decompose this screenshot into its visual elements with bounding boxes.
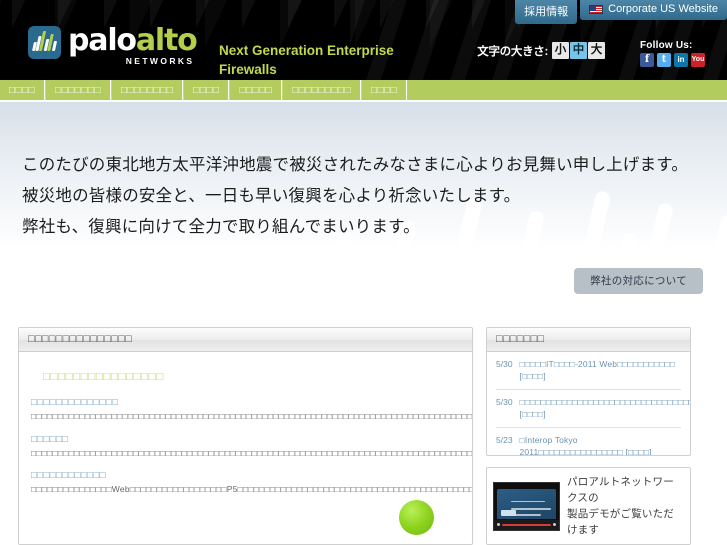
- font-size-large-button[interactable]: 大: [588, 42, 605, 59]
- slide-logo-badge: [501, 509, 516, 516]
- video-player-controls[interactable]: [494, 519, 559, 530]
- content-section-2-heading[interactable]: □□□□□□: [31, 434, 460, 445]
- green-sphere-graphic: [399, 499, 434, 535]
- hero-message-line-3: 弊社も、復興に向けて全力で取り組んでまいります。: [22, 218, 420, 236]
- nav-item-6[interactable]: □□□□□□□□□: [282, 80, 362, 100]
- top-tab-corporate-label: Corporate US Website: [608, 3, 718, 15]
- font-size-selector: 文字の大きさ: 小 中 大: [477, 42, 605, 59]
- header-top-tabs: 採用情報 Corporate US Website: [512, 0, 727, 24]
- news-list: 5/30 □□□□□IT□□□□-2011 Web□□□□□□□□□□□ [□□…: [487, 352, 690, 456]
- linkedin-icon[interactable]: in: [674, 53, 688, 67]
- hero-response-button[interactable]: 弊社の対応について: [574, 268, 703, 294]
- font-size-label: 文字の大きさ:: [477, 45, 548, 58]
- palo-alto-logo-mark-icon: [28, 26, 61, 59]
- news-item-date: 5/30: [496, 358, 513, 369]
- content-section-1-heading[interactable]: □□□□□□□□□□□□□□: [31, 397, 460, 408]
- news-item-title: □□□□□IT□□□□-2011 Web□□□□□□□□□□□ [□□□□]: [519, 359, 676, 381]
- news-item[interactable]: 5/23 □Interop Tokyo 2011□□□□□□□□□□□□□□□□…: [496, 428, 681, 456]
- hero-message: このたびの東北地方太平洋沖地震で被災されたみなさまに心よりお見舞い申し上げます。…: [22, 150, 688, 243]
- nav-item-1[interactable]: □□□□: [0, 80, 46, 100]
- site-header: paloalto NETWORKS Next Generation Enterp…: [0, 0, 727, 80]
- twitter-icon[interactable]: t: [657, 53, 671, 67]
- play-icon[interactable]: [497, 523, 500, 526]
- main-content-panel: □□□□□□□□□□□□□□□ □□□□□□□□□□□□□□□□ □□□□□□□…: [18, 327, 473, 545]
- font-size-small-button[interactable]: 小: [552, 42, 569, 59]
- social-icon-row: f t in You: [640, 53, 705, 67]
- product-demo-promo[interactable]: パロアルトネットワークスの 製品デモがご覧いただけます: [486, 467, 691, 545]
- header-tagline: Next Generation Enterprise Firewalls: [219, 43, 394, 77]
- main-panel-title: □□□□□□□□□□□□□□□: [19, 328, 472, 352]
- site-logo[interactable]: paloalto NETWORKS: [28, 23, 198, 66]
- content-section-2: □□□□□□ □□□□□□□□□□□□□□□□□□□□□□□□□□□□□□□□□…: [31, 434, 473, 460]
- content-section-1-body: □□□□□□□□□□□□□□□□□□□□□□□□□□□□□□□□□□□□□□□□…: [31, 411, 473, 421]
- video-slide-graphic: [497, 488, 556, 519]
- logo-word-palo: palo: [68, 23, 137, 58]
- page-root: paloalto NETWORKS Next Generation Enterp…: [0, 0, 727, 545]
- promo-caption-line-2: 製品デモがご覧いただけます: [567, 508, 674, 536]
- top-tab-corporate-us-website[interactable]: Corporate US Website: [580, 0, 727, 20]
- content-section-3-heading[interactable]: □□□□□□□□□□□□: [31, 470, 460, 481]
- hero-message-line-2: 被災地の皆様の安全と、一日も早い復興を心より祈念いたします。: [22, 187, 521, 205]
- nav-item-3[interactable]: □□□□□□□□: [110, 80, 184, 100]
- nav-item-4[interactable]: □□□□: [183, 80, 230, 100]
- facebook-icon[interactable]: f: [640, 53, 654, 67]
- main-headline-link[interactable]: □□□□□□□□□□□□□□□□: [43, 371, 460, 383]
- main-navigation: □□□□ □□□□□□□ □□□□□□□□ □□□□ □□□□□ □□□□□□□…: [0, 80, 727, 101]
- logo-word-alto: alto: [135, 23, 198, 58]
- nav-item-2[interactable]: □□□□□□□: [45, 80, 111, 100]
- top-tab-careers[interactable]: 採用情報: [515, 0, 578, 24]
- hero-message-line-1: このたびの東北地方太平洋沖地震で被災されたみなさまに心よりお見舞い申し上げます。: [22, 156, 689, 174]
- news-panel: □□□□□□□ 5/30 □□□□□IT□□□□-2011 Web□□□□□□□…: [486, 327, 691, 456]
- nav-item-7[interactable]: □□□□: [361, 80, 408, 100]
- content-section-2-body: □□□□□□□□□□□□□□□□□□□□□□□□□□□□□□□□□□□□□□□□…: [31, 447, 473, 458]
- news-item-title: □□□□□□□□□□□□□□□□□□□□□□□□□□□□□□□□□□□□□□□□…: [519, 397, 690, 419]
- font-size-medium-button[interactable]: 中: [570, 42, 587, 59]
- news-item-date: 5/23: [496, 434, 513, 445]
- content-section-3-body: □□□□□□□□□□□□□□□Web□□□□□□□□□□□□□□□□□□P5□□…: [31, 484, 472, 494]
- us-flag-icon: [589, 4, 604, 14]
- youtube-icon[interactable]: You: [691, 53, 705, 67]
- promo-caption: パロアルトネットワークスの 製品デモがご覧いただけます: [567, 474, 684, 538]
- follow-us-block: Follow Us: f t in You: [640, 40, 705, 67]
- content-section-3: □□□□□□□□□□□□ □□□□□□□□□□□□□□□Web□□□□□□□□□…: [31, 470, 472, 496]
- video-seek-bar[interactable]: [502, 523, 551, 526]
- follow-us-label: Follow Us:: [640, 40, 693, 51]
- news-item[interactable]: 5/30 □□□□□IT□□□□-2011 Web□□□□□□□□□□□ [□□…: [496, 352, 681, 390]
- main-panel-body: □□□□□□□□□□□□□□□□ □□□□□□□□□□□□□□ □□□□□□□□…: [19, 352, 473, 535]
- nav-item-5[interactable]: □□□□□: [229, 80, 283, 100]
- news-item-date: 5/30: [496, 396, 513, 407]
- news-item[interactable]: 5/30 □□□□□□□□□□□□□□□□□□□□□□□□□□□□□□□□□□□…: [496, 390, 690, 428]
- hero-banner: このたびの東北地方太平洋沖地震で被災されたみなさまに心よりお見舞い申し上げます。…: [0, 101, 727, 309]
- sidebar: □□□□□□□ 5/30 □□□□□IT□□□□-2011 Web□□□□□□□…: [486, 327, 691, 545]
- news-panel-title: □□□□□□□: [487, 328, 690, 352]
- content-section-1: □□□□□□□□□□□□□□ □□□□□□□□□□□□□□□□□□□□□□□□□…: [31, 397, 473, 423]
- product-demo-video-thumbnail[interactable]: [493, 481, 560, 531]
- content-area: □□□□□□□□□□□□□□□ □□□□□□□□□□□□□□□□ □□□□□□□…: [0, 309, 727, 545]
- top-tab-careers-label: 採用情報: [524, 6, 569, 18]
- volume-icon[interactable]: [553, 523, 556, 526]
- promo-caption-line-1: パロアルトネットワークスの: [567, 476, 674, 504]
- news-item-title: □Interop Tokyo 2011□□□□□□□□□□□□□□□□ [□□□…: [519, 435, 652, 456]
